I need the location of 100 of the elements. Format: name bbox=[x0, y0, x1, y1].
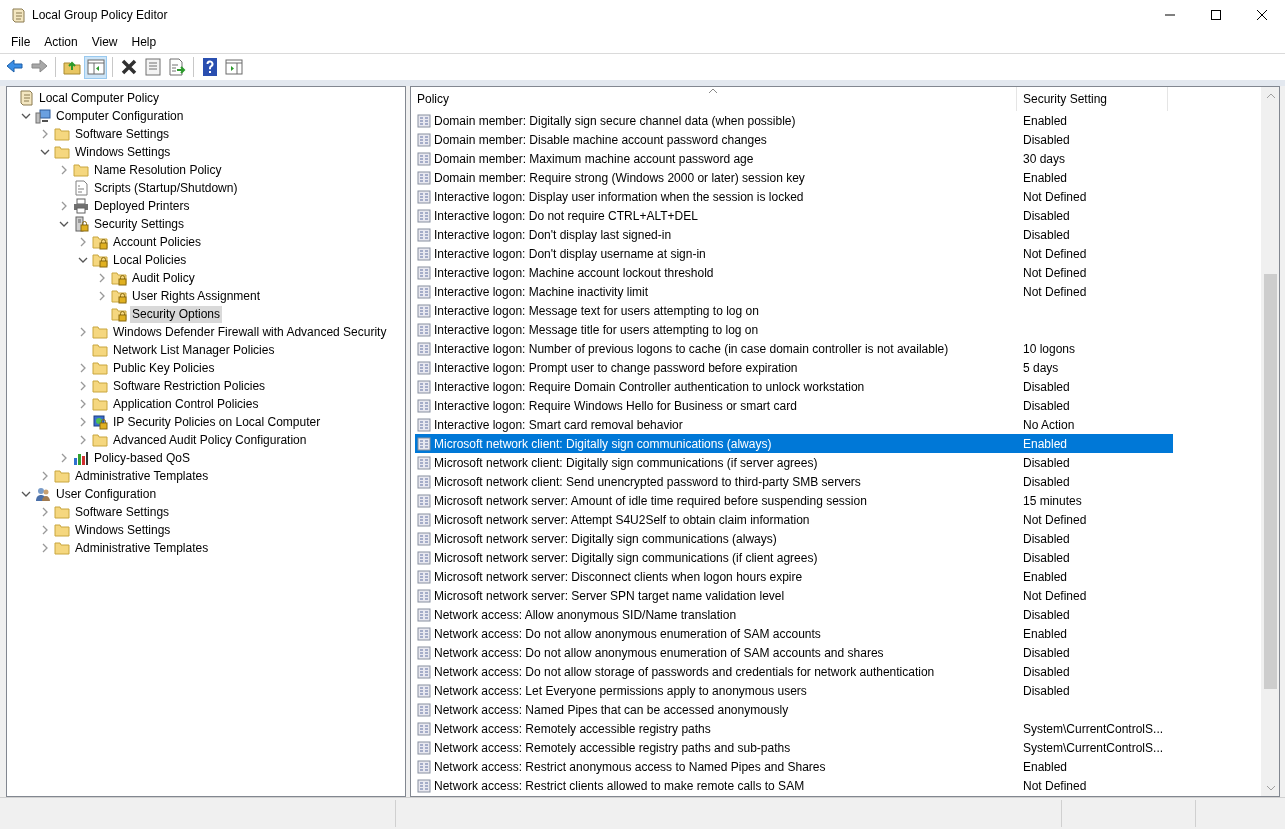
tree-item[interactable]: Public Key Policies bbox=[111, 359, 217, 377]
policy-row[interactable]: Interactive logon: Smart card removal behavior No Action bbox=[415, 415, 1173, 434]
menu-item[interactable]: Action bbox=[37, 34, 85, 49]
policy-row[interactable]: Interactive logon: Require Windows Hello for Business or smart card Disabled bbox=[415, 396, 1173, 415]
policy-icon bbox=[417, 379, 431, 394]
locked-folder-icon bbox=[111, 288, 127, 304]
maximize-icon bbox=[1210, 9, 1222, 21]
scroll-down-icon bbox=[1265, 784, 1276, 791]
policy-icon bbox=[417, 588, 431, 603]
policy-row[interactable]: Network access: Named Pipes that can be accessed anonymously bbox=[415, 700, 1173, 719]
policy-icon bbox=[417, 189, 431, 204]
tree-item[interactable]: Policy-based QoS bbox=[92, 449, 193, 467]
folder-icon bbox=[54, 468, 70, 484]
policy-icon bbox=[417, 778, 431, 793]
tree-item[interactable]: User Rights Assignment bbox=[130, 287, 263, 305]
policy-row[interactable]: Interactive logon: Number of previous logons to cache (in case domain controller is not available) 10 logons bbox=[415, 339, 1173, 358]
console-tree-button[interactable] bbox=[84, 55, 107, 79]
policy-row[interactable]: Interactive logon: Machine account lockout threshold Not Defined bbox=[415, 263, 1173, 282]
tree-item[interactable]: Security Options bbox=[130, 305, 223, 323]
tree-item[interactable]: Advanced Audit Policy Configuration bbox=[111, 431, 309, 449]
folder-icon bbox=[54, 522, 70, 538]
policy-row[interactable]: Network access: Restrict clients allowed to make remote calls to SAM Not Defined bbox=[415, 776, 1173, 795]
policy-row[interactable]: Interactive logon: Machine inactivity limit Not Defined bbox=[415, 282, 1173, 301]
tree-item[interactable]: Software Settings bbox=[73, 503, 172, 521]
tree-item[interactable]: Software Settings bbox=[73, 125, 172, 143]
tree-item[interactable]: Local Computer Policy bbox=[37, 89, 162, 107]
menu-item[interactable]: View bbox=[84, 34, 125, 49]
policy-row[interactable]: Network access: Remotely accessible registry paths System\CurrentControlS... bbox=[415, 719, 1173, 738]
console-tree-icon bbox=[85, 57, 106, 77]
tree-item[interactable]: Windows Settings bbox=[73, 143, 173, 161]
tree-item[interactable]: Local Policies bbox=[111, 251, 189, 269]
tree-item[interactable]: Computer Configuration bbox=[54, 107, 186, 125]
policy-row[interactable]: Network access: Restrict anonymous access to Named Pipes and Shares Enabled bbox=[415, 757, 1173, 776]
policy-row[interactable]: Microsoft network server: Digitally sign communications (always) Disabled bbox=[415, 529, 1173, 548]
policy-row[interactable]: Interactive logon: Don't display username at sign-in Not Defined bbox=[415, 244, 1173, 263]
security-setting: 15 minutes bbox=[1022, 493, 1082, 508]
policy-row[interactable]: Network access: Do not allow storage of passwords and credentials for network authentication Disabled bbox=[415, 662, 1173, 681]
policy-row[interactable]: Domain member: Require strong (Windows 2000 or later) session key Enabled bbox=[415, 168, 1173, 187]
tree-item[interactable]: Security Settings bbox=[92, 215, 187, 233]
policy-name: Domain member: Maximum machine account password age bbox=[434, 151, 754, 166]
tree-item[interactable]: Software Restriction Policies bbox=[111, 377, 268, 395]
policy-name: Network access: Do not allow anonymous enumeration of SAM accounts and shares bbox=[434, 645, 884, 660]
security-setting: No Action bbox=[1022, 417, 1075, 432]
policy-icon bbox=[417, 284, 431, 299]
menu-item[interactable]: Help bbox=[124, 34, 164, 49]
column-header[interactable]: Security Setting bbox=[1017, 87, 1168, 111]
policy-name: Microsoft network server: Server SPN target name validation level bbox=[434, 588, 785, 603]
bar-chart-icon bbox=[73, 450, 89, 466]
policy-row[interactable]: Microsoft network client: Digitally sign communications (if server agrees) Disabled bbox=[415, 453, 1173, 472]
policy-row[interactable]: Interactive logon: Prompt user to change password before expiration 5 days bbox=[415, 358, 1173, 377]
menu-item[interactable]: File bbox=[4, 34, 38, 49]
policy-row[interactable]: Microsoft network client: Send unencrypted password to third-party SMB servers Disabled bbox=[415, 472, 1173, 491]
policy-row[interactable]: Microsoft network server: Amount of idle time required before suspending session 15 minutes bbox=[415, 491, 1173, 510]
action-pane-icon bbox=[223, 57, 244, 77]
policy-row[interactable]: Domain member: Maximum machine account password age 30 days bbox=[415, 149, 1173, 168]
policy-row[interactable]: Network access: Do not allow anonymous enumeration of SAM accounts and shares Disabled bbox=[415, 643, 1173, 662]
tree-item[interactable]: Network List Manager Policies bbox=[111, 341, 277, 359]
policy-icon bbox=[417, 721, 431, 736]
policy-row[interactable]: Microsoft network server: Digitally sign communications (if client agrees) Disabled bbox=[415, 548, 1173, 567]
policy-row[interactable]: Network access: Let Everyone permissions apply to anonymous users Disabled bbox=[415, 681, 1173, 700]
tree-item[interactable]: User Configuration bbox=[54, 485, 159, 503]
tree-item[interactable]: Audit Policy bbox=[130, 269, 197, 287]
policy-row[interactable]: Network access: Do not allow anonymous enumeration of SAM accounts Enabled bbox=[415, 624, 1173, 643]
policy-row[interactable]: Network access: Remotely accessible registry paths and sub-paths System\CurrentControlS... bbox=[415, 738, 1173, 757]
policy-row[interactable]: Interactive logon: Display user information when the session is locked Not Defined bbox=[415, 187, 1173, 206]
tree-item[interactable]: Scripts (Startup/Shutdown) bbox=[92, 179, 240, 197]
tree-item[interactable]: Administrative Templates bbox=[73, 467, 211, 485]
policy-row[interactable]: Domain member: Digitally sign secure channel data (when possible) Enabled bbox=[415, 111, 1173, 130]
policy-icon bbox=[417, 512, 431, 527]
tree-item[interactable]: Account Policies bbox=[111, 233, 204, 251]
policy-row[interactable]: Interactive logon: Do not require CTRL+ALT+DEL Disabled bbox=[415, 206, 1173, 225]
policy-row[interactable]: Interactive logon: Message title for users attempting to log on bbox=[415, 320, 1173, 339]
locked-folder-icon bbox=[92, 234, 108, 250]
policy-row[interactable]: Interactive logon: Require Domain Controller authentication to unlock workstation Disabled bbox=[415, 377, 1173, 396]
policy-row[interactable]: Microsoft network server: Server SPN target name validation level Not Defined bbox=[415, 586, 1173, 605]
policy-name: Interactive logon: Machine inactivity limit bbox=[434, 284, 649, 299]
policy-row[interactable]: Microsoft network server: Attempt S4U2Self to obtain claim information Not Defined bbox=[415, 510, 1173, 529]
tree-item[interactable]: Administrative Templates bbox=[73, 539, 211, 557]
tree-item[interactable]: IP Security Policies on Local Computer bbox=[111, 413, 323, 431]
server-lock-icon bbox=[73, 216, 89, 232]
computer-icon bbox=[35, 108, 51, 124]
tree-item[interactable]: Name Resolution Policy bbox=[92, 161, 224, 179]
column-header[interactable]: Policy bbox=[411, 87, 1017, 111]
policy-row[interactable]: Network access: Allow anonymous SID/Name translation Disabled bbox=[415, 605, 1173, 624]
tree-item[interactable]: Application Control Policies bbox=[111, 395, 261, 413]
policy-row[interactable]: Microsoft network server: Disconnect clients when logon hours expire Enabled bbox=[415, 567, 1173, 586]
policy-icon bbox=[417, 398, 431, 413]
tree-item[interactable]: Deployed Printers bbox=[92, 197, 192, 215]
policy-row[interactable]: Domain member: Disable machine account password changes Disabled bbox=[415, 130, 1173, 149]
policy-name: Microsoft network server: Amount of idle time required before suspending session bbox=[434, 493, 867, 508]
tree-item[interactable]: Windows Defender Firewall with Advanced Security bbox=[111, 323, 389, 341]
policy-row[interactable]: Interactive logon: Don't display last signed-in Disabled bbox=[415, 225, 1173, 244]
policy-icon bbox=[417, 360, 431, 375]
policy-row[interactable]: Microsoft network client: Digitally sign communications (always) Enabled bbox=[415, 434, 1173, 453]
policy-row[interactable]: Interactive logon: Message text for users attempting to log on bbox=[415, 301, 1173, 320]
tree-item[interactable]: Windows Settings bbox=[73, 521, 173, 539]
vertical-scrollbar[interactable] bbox=[1261, 87, 1279, 796]
folder-icon bbox=[73, 162, 89, 178]
locked-folder-icon bbox=[111, 306, 127, 322]
policy-name: Domain member: Require strong (Windows 2000 or later) session key bbox=[434, 170, 805, 185]
